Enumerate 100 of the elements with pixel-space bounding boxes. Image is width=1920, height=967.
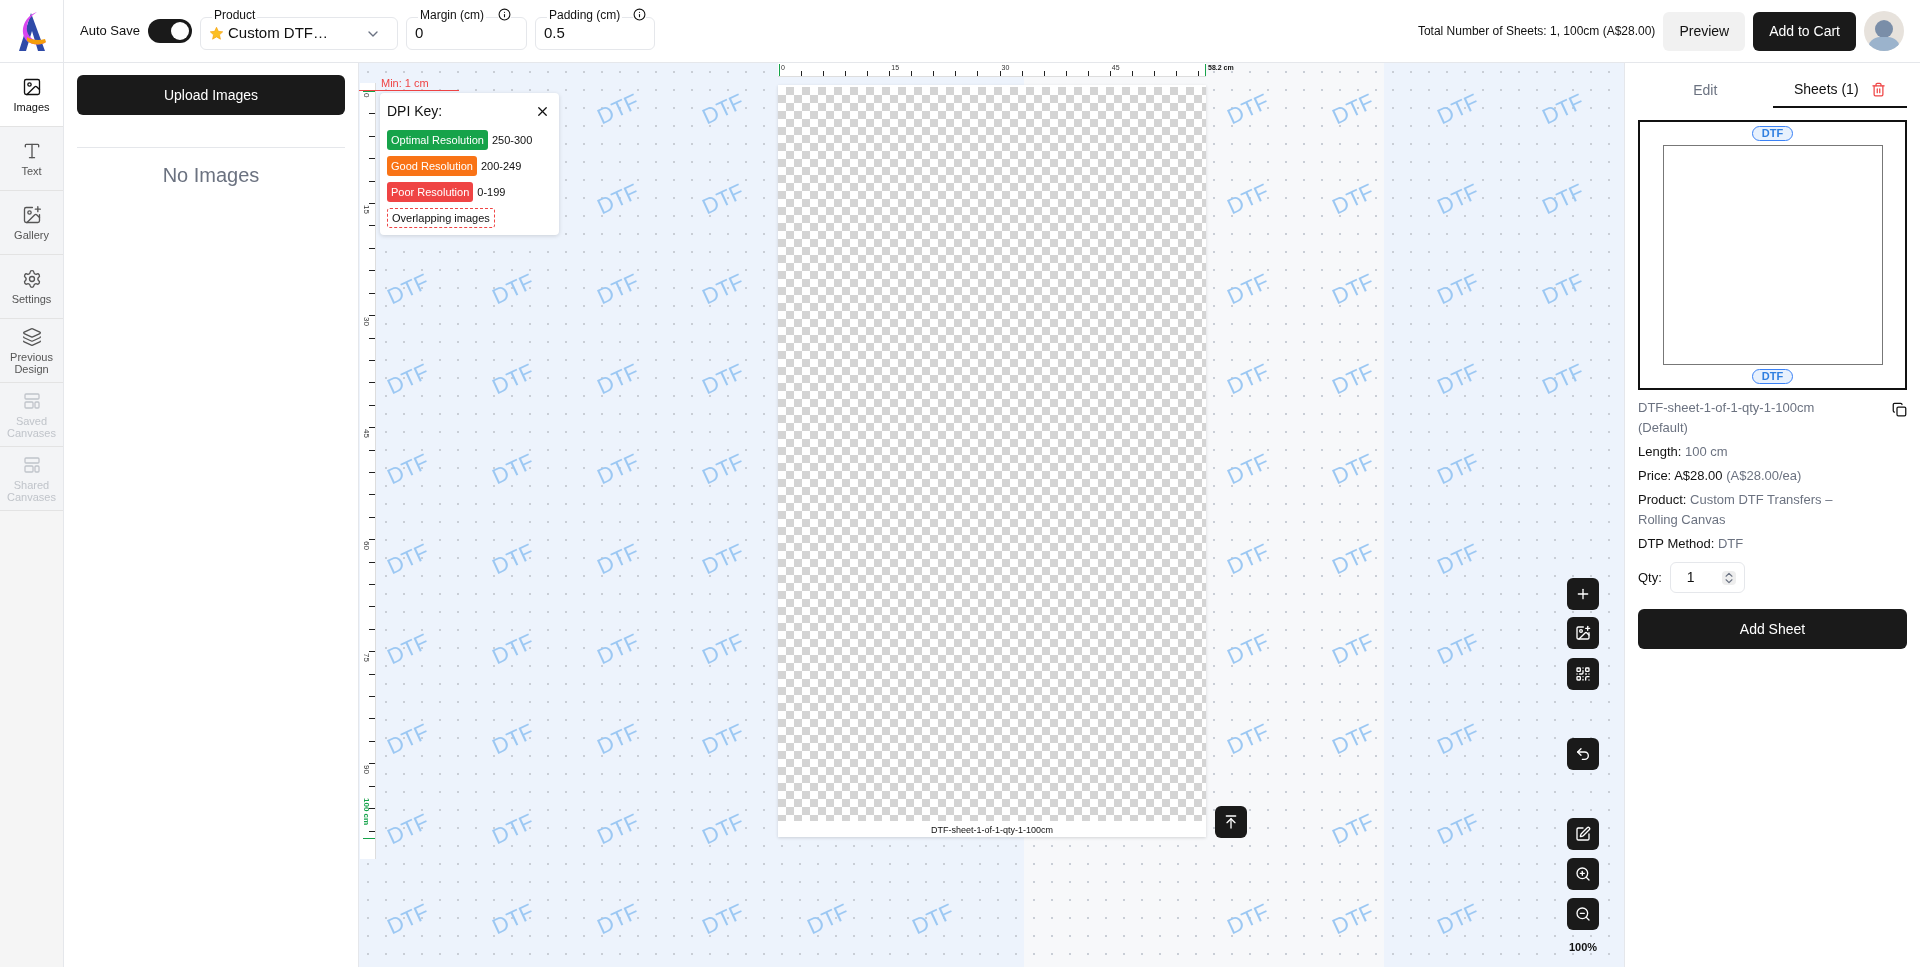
watermark-text: DTF: [382, 267, 434, 312]
field-label: Product: [212, 8, 258, 22]
watermark-text: DTF: [1537, 177, 1589, 222]
watermark-text: DTF: [487, 717, 539, 762]
watermark-text: DTF: [487, 537, 539, 582]
watermark-text: DTF: [382, 807, 434, 852]
watermark-text: DTF: [382, 537, 434, 582]
watermark-text: DTF: [1432, 807, 1484, 852]
watermark-text: DTF: [487, 447, 539, 492]
watermark-text: DTF: [697, 807, 749, 852]
watermark-text: DTF: [1537, 357, 1589, 402]
watermark-text: DTF: [1327, 537, 1379, 582]
empty-message: No Images: [161, 163, 261, 188]
trash-icon: [1870, 81, 1886, 97]
preview-button[interactable]: Preview: [1663, 11, 1746, 51]
watermark-text: DTF: [1222, 357, 1274, 402]
watermark-text: DTF: [907, 897, 959, 942]
copy-icon: [1892, 402, 1907, 417]
add-to-cart-button[interactable]: Add to Cart: [1753, 11, 1856, 51]
sheet-label: DTF-sheet-1-of-1-qty-1-100cm: [929, 824, 1054, 836]
watermark-text: DTF: [592, 537, 644, 582]
field-label: Padding (cm): [547, 8, 623, 22]
layout-icon: [21, 454, 42, 475]
watermark-text: DTF: [382, 717, 434, 762]
watermark-text: DTF: [382, 627, 434, 672]
watermark-text: DTF: [1222, 267, 1274, 312]
watermark-text: DTF: [697, 717, 749, 762]
watermark-text: DTF: [1327, 897, 1379, 942]
watermark-text: DTF: [1537, 267, 1589, 312]
watermark-text: DTF: [1327, 807, 1379, 852]
upload-button[interactable]: [1215, 806, 1247, 838]
watermark-text: DTF: [1327, 357, 1379, 402]
watermark-text: DTF: [592, 447, 644, 492]
watermark-text: DTF: [697, 897, 749, 942]
sheets-summary: Total Number of Sheets: 1, 100cm (A$28.00): [1417, 23, 1656, 40]
watermark-text: DTF: [1222, 447, 1274, 492]
upload-images-button[interactable]: Upload Images: [77, 75, 345, 115]
watermark-text: DTF: [1432, 357, 1484, 402]
watermark-text: DTF: [487, 897, 539, 942]
edit-button[interactable]: [1567, 818, 1599, 850]
watermark-text: DTF: [697, 357, 749, 402]
layers-icon: [21, 326, 42, 347]
watermark-text: DTF: [1327, 627, 1379, 672]
auto-save-label: Auto Save: [80, 22, 140, 41]
copy-button[interactable]: [1892, 402, 1907, 417]
watermark-text: DTF: [1222, 177, 1274, 222]
watermark-text: DTF: [1327, 447, 1379, 492]
image-icon: [21, 204, 42, 225]
image-icon: [1575, 625, 1591, 641]
zoom-in-button[interactable]: [1567, 858, 1599, 890]
watermark-text: DTF: [1222, 627, 1274, 672]
layout-icon: [21, 390, 42, 411]
add-image-button[interactable]: [1567, 617, 1599, 649]
watermark-text: DTF: [1327, 87, 1379, 132]
stepper-icon: [1721, 570, 1736, 585]
panel-tab[interactable]: Edit: [1693, 79, 1718, 101]
ruler-label: 60: [362, 541, 370, 551]
user-avatar[interactable]: [1864, 11, 1904, 51]
ruler-label: 30: [362, 317, 370, 326]
settings-icon: [21, 268, 42, 289]
resolution-badge: Poor Resolution: [387, 182, 474, 202]
undo-button[interactable]: [1567, 738, 1599, 770]
delete-button[interactable]: [1870, 81, 1886, 97]
watermark-text: DTF: [1432, 627, 1484, 672]
watermark-text: DTF: [1432, 447, 1484, 492]
image-icon: [21, 76, 42, 97]
resolution-badge: Good Resolution: [387, 156, 477, 176]
watermark-text: DTF: [1432, 897, 1484, 942]
watermark-text: DTF: [1327, 267, 1379, 312]
panel-tab[interactable]: Sheets (1): [1793, 78, 1859, 100]
watermark-text: DTF: [802, 897, 854, 942]
watermark-text: DTF: [487, 267, 539, 312]
zoom-out-button[interactable]: [1567, 898, 1599, 930]
sheet-name: DTF-sheet-1-of-1-qty-1-100cm (Default): [1638, 399, 1816, 437]
watermark-text: DTF: [382, 357, 434, 402]
watermark-text: DTF: [487, 627, 539, 672]
sidebar-item[interactable]: Images: [0, 63, 63, 127]
watermark-text: DTF: [487, 357, 539, 402]
add-sheet-button[interactable]: Add Sheet: [1638, 609, 1907, 649]
ruler-label: 90: [362, 765, 370, 775]
plus-icon: [1575, 586, 1591, 602]
dpi-key-title: DPI Key:: [387, 102, 443, 121]
grid-icon: [1575, 666, 1591, 682]
ruler-label: 75: [362, 653, 370, 663]
ruler-label: 45: [362, 429, 370, 439]
add-button[interactable]: [1567, 578, 1599, 610]
star-icon: [209, 26, 224, 41]
dpi-range: 250-300: [491, 132, 533, 148]
watermark-text: DTF: [1327, 717, 1379, 762]
watermark-text: DTF: [697, 87, 749, 132]
watermark-text: DTF: [592, 177, 644, 222]
qty-field[interactable]: 1: [1669, 562, 1745, 593]
auto-save-toggle[interactable]: [148, 19, 192, 43]
undo-icon: [1575, 746, 1591, 762]
watermark-text: DTF: [1222, 717, 1274, 762]
sheet-detail: DTP Method: DTF: [1638, 535, 1745, 553]
watermark-text: DTF: [382, 897, 434, 942]
watermark-text: DTF: [1432, 267, 1484, 312]
arrange-button[interactable]: [1567, 658, 1599, 690]
info-icon: [498, 8, 511, 21]
